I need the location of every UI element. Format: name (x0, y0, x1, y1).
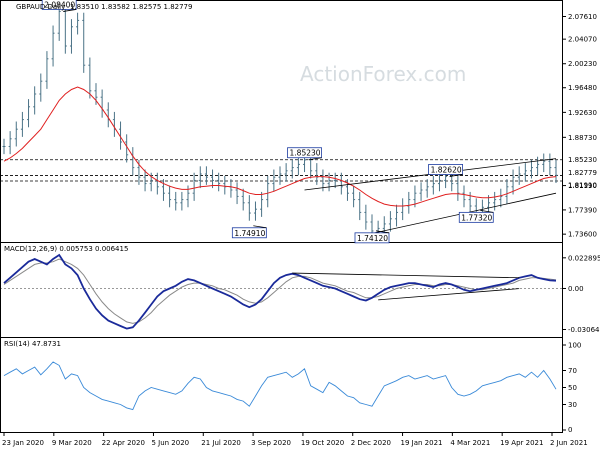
price-tick-label: 1.92630 (568, 109, 597, 117)
rsi-title: RSI(14) 47.8731 (4, 340, 61, 348)
callout-label: 1.82620 (431, 165, 462, 174)
price-level-tag: 1.82779 (568, 169, 597, 177)
price-callout: 1.82620 (428, 164, 464, 177)
rsi-tick-label: 100 (568, 342, 581, 350)
rsi-tick-label: 0 (568, 426, 572, 434)
macd-tick-label: 0.022895 (568, 254, 600, 262)
price-tick-label: 1.73600 (568, 231, 597, 239)
callout-label: 1.74120 (357, 234, 388, 243)
price-pane (0, 0, 563, 243)
date-tick-label: 22 Apr 2020 (102, 439, 145, 447)
price-callout: 1.77320 (458, 209, 494, 223)
rsi-tick-label: 30 (568, 401, 577, 409)
date-tick-label: 2 Dec 2020 (351, 439, 391, 447)
chart-root: ActionForex.com 2.08400 1.74910 1.85230 1.7… (0, 0, 600, 450)
price-tick-label: 2.07610 (568, 13, 597, 21)
price-tick-label: 2.00230 (568, 60, 597, 68)
date-tick-label: 5 Jun 2020 (151, 439, 189, 447)
rsi-pane (0, 337, 563, 433)
date-tick-label: 4 Mar 2021 (450, 439, 490, 447)
price-tick-label: 1.88730 (568, 134, 597, 142)
price-callout: 1.85230 (287, 147, 322, 161)
date-tick-label: 2 Jun 2021 (550, 439, 588, 447)
callout-label: 1.77320 (461, 213, 492, 222)
price-level-tag: 1.85230 (568, 156, 597, 164)
price-tick-label: 1.96480 (568, 84, 597, 92)
macd-tick-label: -0.030645 (568, 326, 600, 334)
date-tick-label: 19 Apr 2021 (500, 439, 543, 447)
date-tick-label: 23 Jan 2020 (2, 439, 44, 447)
gbpaud-chart: ActionForex.com 2.084001.749101.852301.7… (0, 0, 600, 447)
callout-label: 1.85230 (290, 149, 321, 158)
price-ohlc: 1.83510 1.83582 1.82575 1.82779 (70, 3, 192, 11)
price-title: GBPAUD Daily (16, 3, 65, 11)
macd-tick-label: 0.00 (568, 285, 584, 293)
price-level-tag: 1.81910 (568, 181, 597, 189)
date-tick-label: 3 Sep 2020 (251, 439, 291, 447)
price-tick-label: 1.77390 (568, 206, 597, 214)
rsi-tick-label: 70 (568, 367, 577, 375)
price-callout: 1.74910 (231, 225, 267, 239)
rsi-tick-label: 50 (568, 384, 577, 392)
date-tick-label: 21 Jul 2020 (201, 439, 241, 447)
macd-title: MACD(12,26,9) 0.005753 0.006415 (4, 245, 128, 253)
watermark: ActionForex.com (300, 62, 466, 86)
price-tick-label: 2.04070 (568, 36, 597, 44)
date-tick-label: 19 Jan 2021 (401, 439, 443, 447)
date-tick-label: 9 Mar 2020 (52, 439, 92, 447)
date-tick-label: 19 Oct 2020 (301, 439, 344, 447)
price-callout: 1.74120 (354, 230, 390, 244)
callout-label: 1.74910 (234, 229, 265, 238)
